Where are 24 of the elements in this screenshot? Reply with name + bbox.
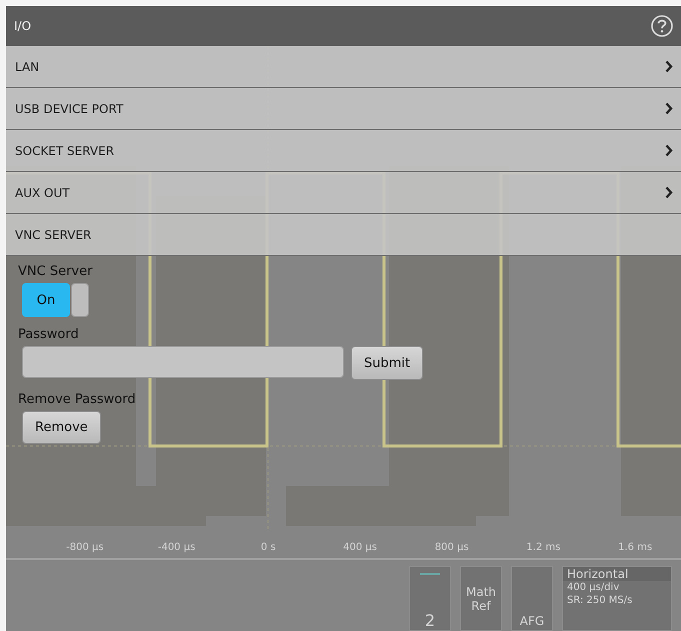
sample-rate-readout: SR: 250 MS/s (566, 594, 634, 607)
menu-item[interactable]: SOCKET SERVER (6, 130, 681, 172)
menu-item[interactable]: VNC SERVER (6, 214, 681, 256)
help-icon[interactable] (651, 15, 673, 37)
field-label: Remove Password (18, 392, 136, 407)
axis-label: 1.2 ms (525, 542, 562, 552)
axis-label: 1.6 ms (617, 542, 654, 552)
menu-item[interactable]: USB DEVICE PORT (6, 88, 681, 130)
password-field[interactable] (22, 346, 344, 378)
axis-label: 800 µs (434, 542, 470, 552)
menu-item[interactable]: AUX OUT (6, 172, 681, 214)
submit-button[interactable]: Submit (351, 346, 424, 380)
badge-title: Horizontal (563, 567, 671, 581)
panel-title: I/O (14, 19, 32, 33)
axis-label: 0 s (260, 542, 277, 552)
field-label: Password (18, 327, 79, 342)
axis-label: -400 µs (156, 542, 196, 552)
horizontal-badge[interactable]: Horizontal 400 µs/div SR: 250 MS/s (562, 566, 672, 631)
remove-button[interactable]: Remove (22, 411, 101, 444)
menu-item[interactable]: LAN (6, 46, 681, 88)
axis-label: -800 µs (65, 542, 105, 552)
scale-readout: 400 µs/div (566, 581, 620, 594)
axis-label: 400 µs (342, 542, 378, 552)
field-label: VNC Server (18, 264, 92, 279)
